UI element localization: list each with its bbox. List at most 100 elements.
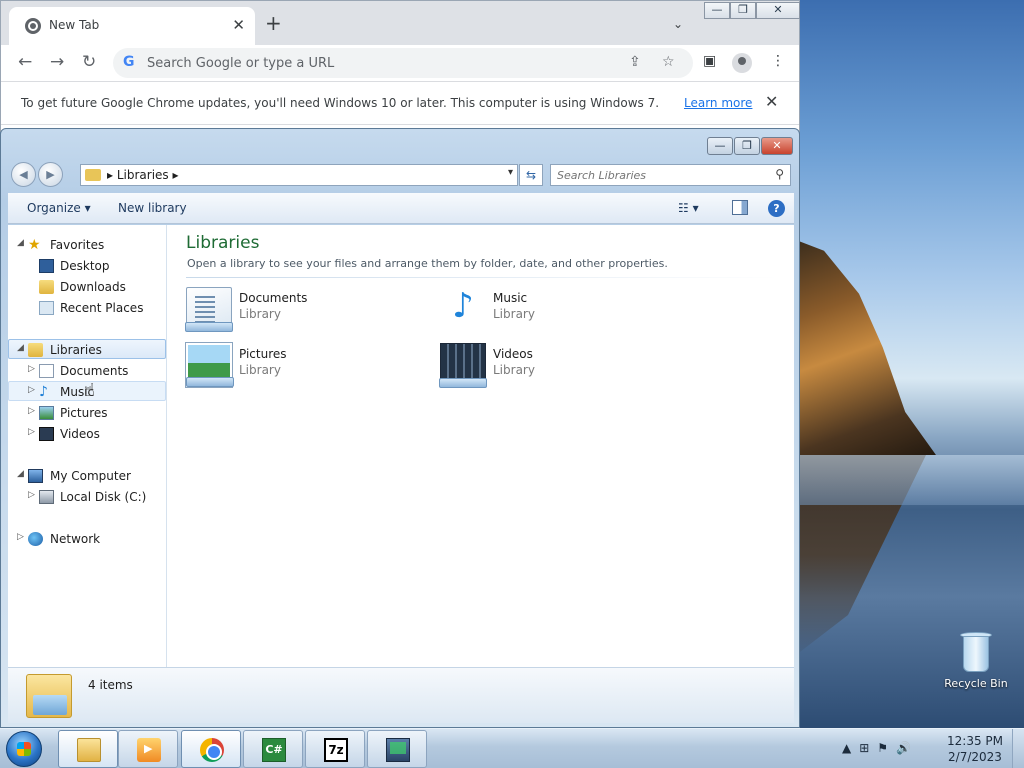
library-type: Library: [239, 307, 281, 321]
library-type: Library: [493, 307, 535, 321]
nav-pictures[interactable]: ▷ Pictures: [8, 403, 166, 423]
chrome-menu-icon[interactable]: ⋮: [771, 53, 785, 69]
search-input[interactable]: [557, 166, 767, 184]
clock-time: 12:35 PM: [947, 734, 1003, 748]
learn-more-link[interactable]: Learn more: [684, 96, 752, 110]
taskbar-explorer[interactable]: [58, 730, 118, 768]
tab-close-icon[interactable]: ✕: [232, 16, 245, 34]
nav-label: Recent Places: [60, 301, 144, 315]
explorer-forward-button[interactable]: ▶: [38, 162, 63, 187]
chrome-minimize-button[interactable]: —: [704, 2, 730, 19]
search-box[interactable]: ⚲: [550, 164, 791, 186]
collapsed-arrow-icon[interactable]: ▷: [28, 364, 35, 374]
chrome-close-button[interactable]: ✕: [756, 2, 800, 19]
expanded-arrow-icon[interactable]: ◢: [17, 469, 24, 479]
taskbar-7zip[interactable]: 7z: [305, 730, 365, 768]
taskbar-csharp[interactable]: C#: [243, 730, 303, 768]
nav-recent-places[interactable]: Recent Places: [8, 298, 166, 318]
navigation-pane: ◢ ★ Favorites Desktop Downloads Recent P…: [8, 225, 167, 667]
videos-icon: [39, 427, 54, 441]
item-count: 4 items: [88, 678, 133, 692]
nav-network[interactable]: ▷ Network: [8, 529, 166, 549]
explorer-window: — ❐ ✕ ◀ ▶ ▸ Libraries ▸ ▾ ⇆ ⚲ Organize ▾…: [0, 128, 800, 728]
side-panel-icon[interactable]: ▣: [703, 53, 716, 69]
expanded-arrow-icon[interactable]: ◢: [17, 238, 24, 248]
collapsed-arrow-icon[interactable]: ▷: [28, 385, 35, 395]
library-documents[interactable]: Documents Library: [185, 285, 426, 335]
hand-cursor-icon: ☝: [84, 380, 95, 401]
explorer-titlebar[interactable]: — ❐ ✕: [1, 129, 799, 161]
change-view-icon[interactable]: ☷ ▾: [678, 201, 699, 215]
details-pane: 4 items: [8, 667, 794, 723]
network-tray-icon[interactable]: ⊞: [859, 741, 869, 755]
tab-new-tab[interactable]: New Tab ✕: [9, 7, 255, 45]
nav-label: Documents: [60, 364, 129, 378]
organize-button[interactable]: Organize ▾: [27, 201, 91, 215]
library-music[interactable]: ♪ Music Library: [440, 285, 680, 335]
reload-icon[interactable]: ↻: [82, 52, 96, 72]
nav-favorites[interactable]: ◢ ★ Favorites: [8, 235, 166, 255]
start-button[interactable]: [6, 731, 42, 767]
library-pictures[interactable]: Pictures Library: [185, 341, 426, 391]
forward-icon[interactable]: →: [50, 52, 64, 72]
volume-icon[interactable]: 🔊: [896, 741, 911, 755]
collapsed-arrow-icon[interactable]: ▷: [28, 490, 35, 500]
nav-documents[interactable]: ▷ Documents: [8, 361, 166, 381]
pictures-library-icon: [185, 342, 234, 388]
preview-pane-icon[interactable]: [732, 200, 748, 215]
address-dropdown-icon[interactable]: ▾: [508, 167, 513, 178]
explorer-back-button[interactable]: ◀: [11, 162, 36, 187]
explorer-caption-buttons: — ❐ ✕: [706, 137, 793, 155]
library-videos[interactable]: Videos Library: [439, 341, 680, 391]
nav-label: Desktop: [60, 259, 110, 273]
profile-avatar-icon[interactable]: [732, 53, 752, 73]
explorer-restore-button[interactable]: ❐: [734, 137, 760, 155]
bookmark-star-icon[interactable]: ☆: [662, 54, 675, 70]
search-icon[interactable]: ⚲: [775, 167, 784, 181]
divider: [186, 277, 778, 278]
address-bar[interactable]: ▸ Libraries ▸ ▾: [80, 164, 518, 186]
back-icon[interactable]: ←: [18, 52, 32, 72]
task-monitor-icon: [386, 738, 410, 762]
tab-search-icon[interactable]: ⌄: [673, 17, 683, 31]
taskbar-media-player[interactable]: [118, 730, 178, 768]
library-name: Videos: [493, 347, 533, 361]
taskbar-monitor[interactable]: [367, 730, 427, 768]
local-disk-icon: [39, 490, 54, 504]
nav-desktop[interactable]: Desktop: [8, 256, 166, 276]
refresh-icon[interactable]: ⇆: [519, 164, 543, 186]
nav-downloads[interactable]: Downloads: [8, 277, 166, 297]
tray-expand-icon[interactable]: ▲: [842, 741, 851, 755]
omnibox[interactable]: G Search Google or type a URL ⇪ ☆: [113, 48, 693, 78]
nav-my-computer[interactable]: ◢ My Computer: [8, 466, 166, 486]
help-icon[interactable]: ?: [768, 200, 785, 217]
system-tray: ▲ ⊞ ⚑ 🔊: [842, 741, 919, 755]
new-tab-button[interactable]: +: [265, 13, 282, 33]
collapsed-arrow-icon[interactable]: ▷: [28, 427, 35, 437]
libraries-folder-icon: [85, 169, 101, 181]
collapsed-arrow-icon[interactable]: ▷: [28, 406, 35, 416]
library-name: Music: [493, 291, 528, 305]
chrome-window: New Tab ✕ + ⌄ — ❐ ✕ ← → ↻ G Search Googl…: [0, 0, 800, 132]
explorer-minimize-button[interactable]: —: [707, 137, 733, 155]
show-desktop-button[interactable]: [1012, 729, 1024, 768]
share-icon[interactable]: ⇪: [629, 54, 641, 70]
chrome-restore-button[interactable]: ❐: [730, 2, 756, 19]
collapsed-arrow-icon[interactable]: ▷: [17, 532, 24, 542]
taskbar-chrome[interactable]: [181, 730, 241, 768]
network-icon: [28, 532, 43, 546]
wallpaper-sea: [796, 455, 1024, 505]
nav-libraries[interactable]: ◢ Libraries: [8, 339, 166, 359]
nav-local-disk[interactable]: ▷ Local Disk (C:): [8, 487, 166, 507]
clock[interactable]: 12:35 PM 2/7/2023: [940, 733, 1010, 765]
recycle-bin[interactable]: Recycle Bin: [938, 630, 1014, 690]
expanded-arrow-icon[interactable]: ◢: [17, 343, 24, 353]
nav-videos[interactable]: ▷ Videos: [8, 424, 166, 444]
infobar-message: To get future Google Chrome updates, you…: [21, 96, 660, 110]
computer-icon: [28, 469, 43, 483]
infobar-close-icon[interactable]: ✕: [765, 92, 778, 111]
breadcrumb[interactable]: ▸ Libraries ▸: [107, 168, 179, 182]
new-library-button[interactable]: New library: [118, 201, 187, 215]
action-center-flag-icon[interactable]: ⚑: [877, 741, 888, 755]
explorer-close-button[interactable]: ✕: [761, 137, 793, 155]
